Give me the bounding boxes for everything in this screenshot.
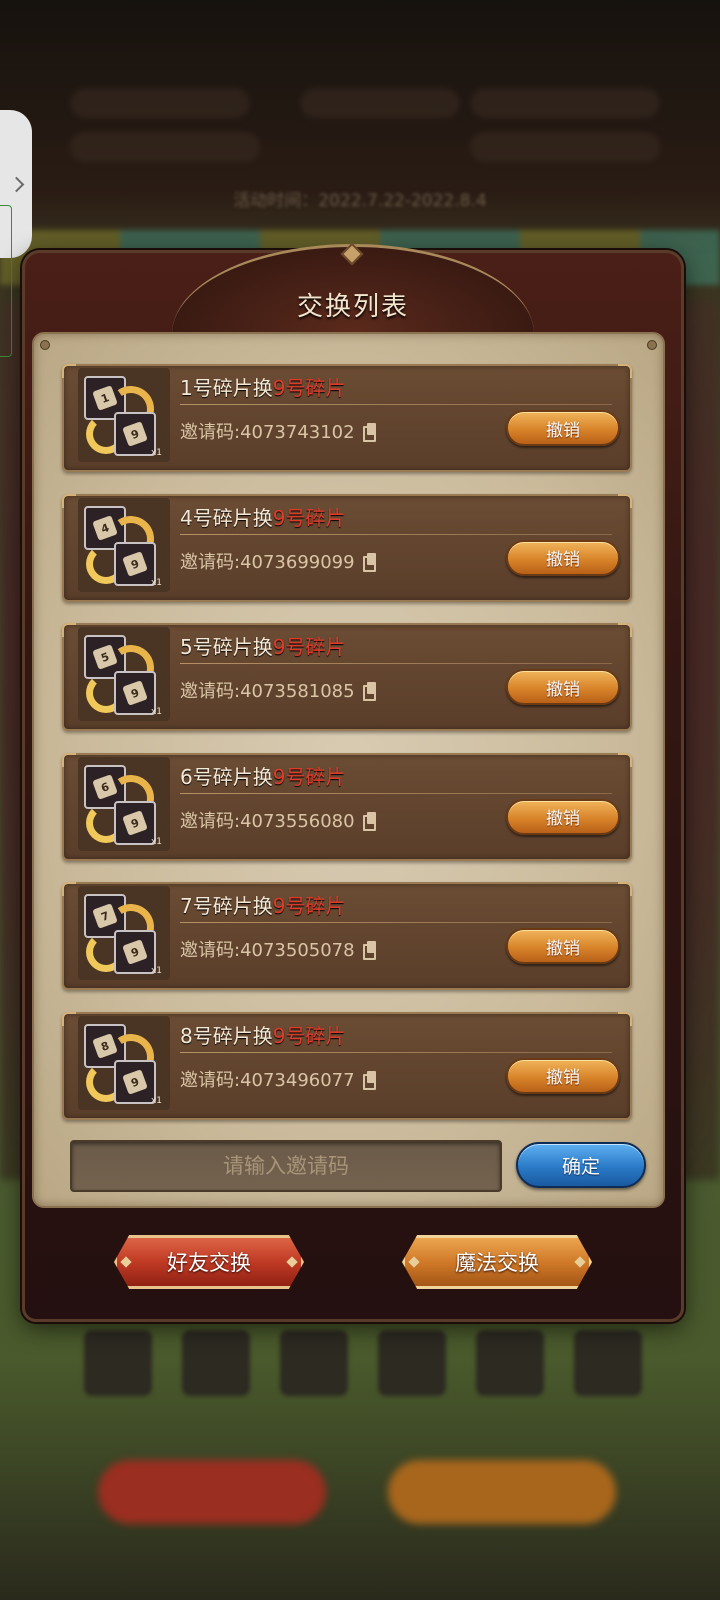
blurred-hud	[70, 88, 660, 168]
invite-code-input[interactable]	[70, 1140, 502, 1192]
divider	[180, 792, 612, 794]
side-outline	[0, 205, 12, 357]
divider	[180, 404, 612, 405]
trade-target: 9号碎片	[272, 764, 346, 789]
rivet-icon	[40, 340, 50, 350]
chevron-right-icon	[8, 176, 24, 192]
divider	[180, 922, 612, 923]
trade-row: 4 9 x1 4号碎片换9号碎片 邀请码:4073699099 撤销	[62, 493, 632, 602]
quantity-label: x1	[150, 1095, 162, 1106]
invite-code: 邀请码:4073496077	[180, 1066, 377, 1092]
invite-code: 邀请码:4073556080	[180, 807, 377, 833]
invite-code: 邀请码:4073699099	[180, 548, 377, 574]
trade-source: 8号碎片换	[180, 1023, 273, 1048]
invite-code-text: 邀请码:4073496077	[180, 1069, 355, 1091]
fragment-exchange-icon: 8 9 x1	[78, 1015, 170, 1110]
trade-target: 9号碎片	[272, 635, 346, 659]
quantity-label: x1	[150, 577, 162, 588]
trade-title: 8号碎片换9号碎片	[180, 1020, 345, 1049]
quantity-label: x1	[150, 836, 162, 847]
invite-code: 邀请码:4073505078	[180, 936, 377, 962]
blurred-fragment-slots	[84, 1330, 720, 1396]
trade-row: 8 9 x1 8号碎片换9号碎片 邀请码:4073496077 撤销	[62, 1011, 632, 1120]
confirm-button[interactable]: 确定	[516, 1142, 646, 1188]
friend-exchange-label: 好友交换	[167, 1251, 251, 1275]
trade-target: 9号碎片	[272, 376, 346, 400]
trade-source: 1号碎片换	[180, 376, 273, 400]
friend-exchange-tab[interactable]: 好友交换	[114, 1235, 304, 1289]
trade-source: 5号碎片换	[180, 635, 273, 659]
trade-title: 6号碎片换9号碎片	[180, 761, 345, 790]
copy-icon[interactable]	[362, 423, 377, 442]
trade-row: 7 9 x1 7号碎片换9号碎片 邀请码:4073505078 撤销	[62, 882, 632, 990]
exchange-list-dialog: 交换列表 1 9 x1 1号碎片换9号碎片 邀请码:4073743102 撤销 …	[22, 242, 684, 1322]
trade-source: 4号碎片换	[180, 505, 273, 530]
trade-source: 6号碎片换	[180, 764, 273, 789]
divider	[180, 663, 612, 664]
revoke-button[interactable]: 撤销	[506, 410, 620, 446]
target-fragment-icon: 9	[114, 671, 156, 715]
fragment-exchange-icon: 6 9 x1	[78, 756, 170, 851]
dialog-title: 交换列表	[296, 292, 409, 322]
trade-title: 4号碎片换9号碎片	[180, 502, 345, 531]
copy-icon[interactable]	[362, 941, 377, 960]
trade-row: 1 9 x1 1号碎片换9号碎片 邀请码:4073743102 撤销	[62, 364, 632, 472]
invite-code-text: 邀请码:4073699099	[180, 551, 355, 573]
copy-icon[interactable]	[362, 811, 377, 831]
trade-title: 7号碎片换9号碎片	[180, 890, 345, 919]
divider	[180, 1051, 612, 1053]
invite-code-text: 邀请码:4073743102	[180, 422, 355, 443]
divider	[180, 533, 612, 535]
magic-exchange-label: 魔法交换	[455, 1251, 539, 1275]
fragment-exchange-icon: 1 9 x1	[78, 368, 170, 462]
invite-input-row: 确定	[70, 1140, 680, 1192]
trade-row: 5 9 x1 5号碎片换9号碎片 邀请码:4073581085 撤销	[62, 623, 632, 731]
invite-code-text: 邀请码:4073505078	[180, 940, 355, 961]
revoke-button[interactable]: 撤销	[506, 928, 620, 964]
fragment-exchange-icon: 4 9 x1	[78, 497, 170, 592]
invite-code-text: 邀请码:4073581085	[180, 681, 355, 702]
rivet-icon	[647, 340, 657, 350]
trade-target: 9号碎片	[272, 894, 346, 918]
activity-time: 活动时间：2022.7.22-2022.8.4	[233, 191, 487, 211]
quantity-label: x1	[150, 966, 162, 976]
trade-row: 6 9 x1 6号碎片换9号碎片 邀请码:4073556080 撤销	[62, 752, 632, 861]
copy-icon[interactable]	[362, 552, 377, 572]
trade-source: 7号碎片换	[180, 894, 273, 918]
invite-code-text: 邀请码:4073556080	[180, 810, 355, 832]
trade-target: 9号碎片	[272, 1023, 346, 1048]
fragment-exchange-icon: 5 9 x1	[78, 627, 170, 721]
target-fragment-icon: 9	[114, 1059, 156, 1104]
revoke-button[interactable]: 撤销	[506, 669, 620, 705]
quantity-label: x1	[150, 448, 162, 458]
copy-icon[interactable]	[362, 1070, 377, 1090]
magic-exchange-tab[interactable]: 魔法交换	[402, 1235, 592, 1289]
fragment-exchange-icon: 7 9 x1	[78, 886, 170, 980]
invite-code: 邀请码:4073581085	[180, 677, 377, 703]
trade-title: 5号碎片换9号碎片	[180, 631, 345, 660]
target-fragment-icon: 9	[114, 800, 156, 845]
trade-target: 9号碎片	[272, 505, 346, 530]
target-fragment-icon: 9	[114, 930, 156, 974]
copy-icon[interactable]	[362, 682, 377, 701]
target-fragment-icon: 9	[114, 412, 156, 456]
revoke-button[interactable]: 撤销	[506, 798, 620, 835]
revoke-button[interactable]: 撤销	[506, 1057, 620, 1094]
trade-title: 1号碎片换9号碎片	[180, 372, 345, 401]
target-fragment-icon: 9	[114, 541, 156, 586]
invite-code: 邀请码:4073743102	[180, 418, 377, 444]
revoke-button[interactable]: 撤销	[506, 539, 620, 576]
quantity-label: x1	[150, 707, 162, 717]
